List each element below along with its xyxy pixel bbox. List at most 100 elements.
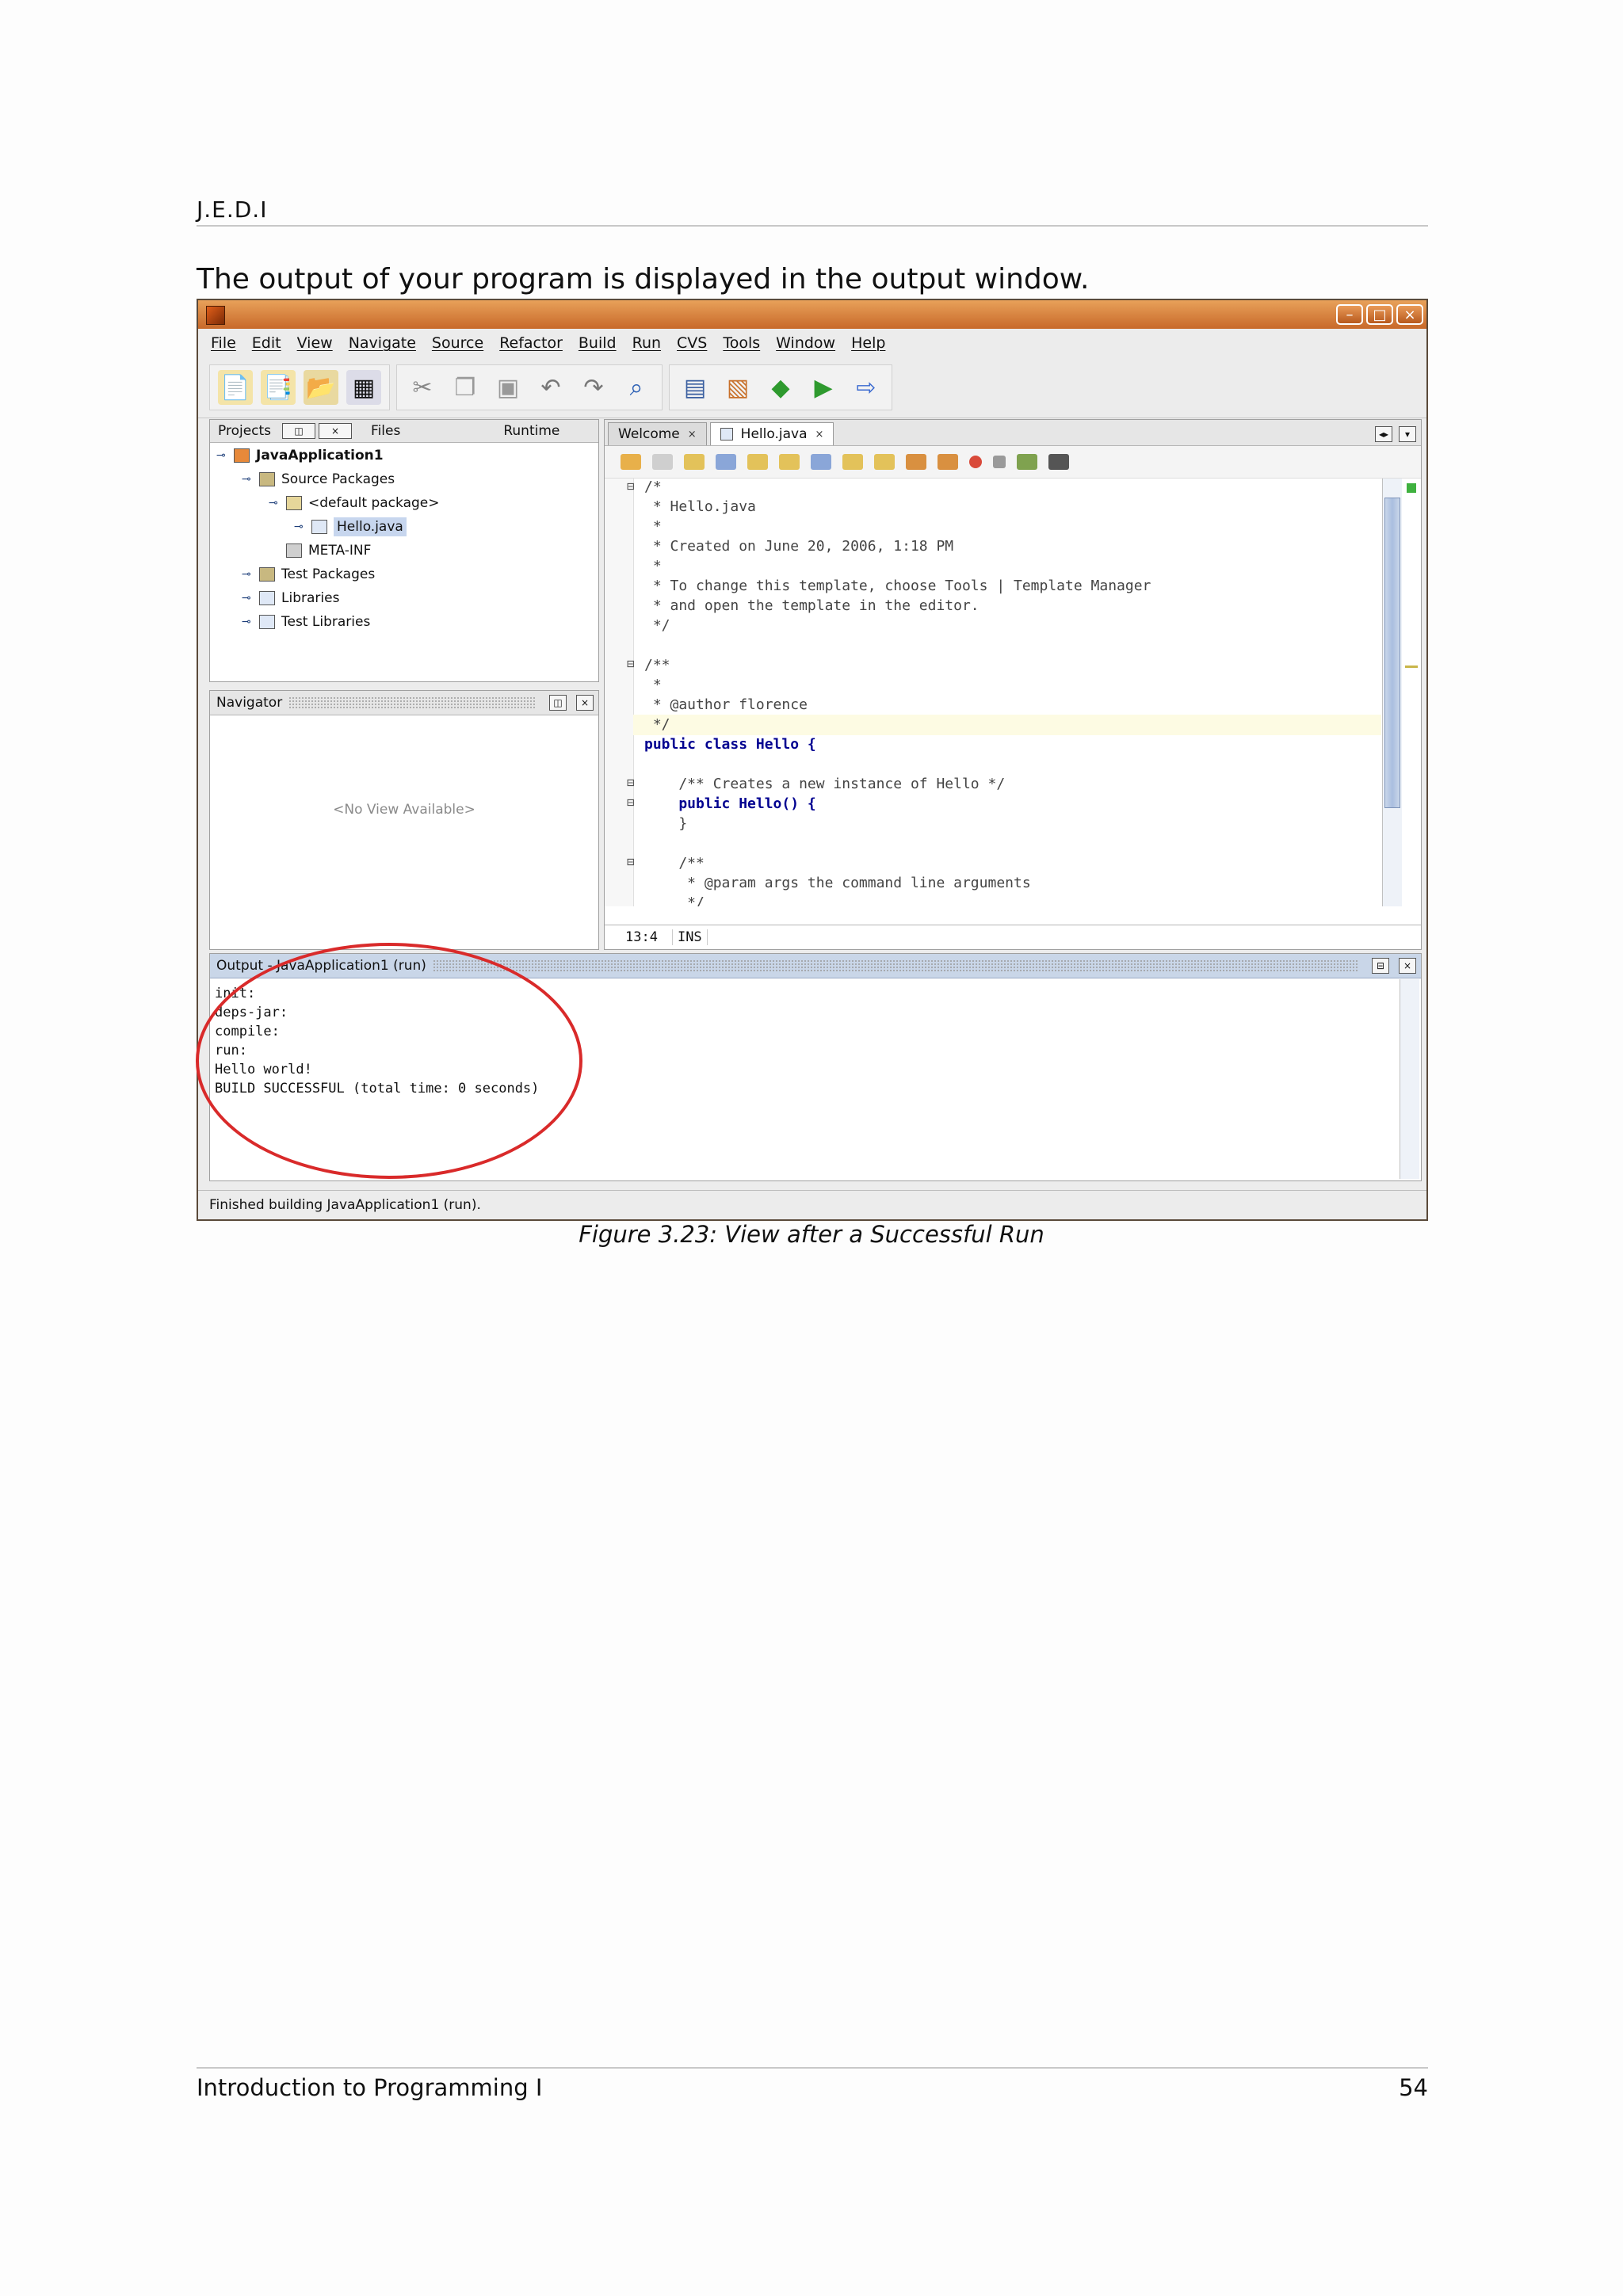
code-line: * Hello.java <box>644 498 756 515</box>
tab-projects[interactable]: Projects <box>210 423 279 439</box>
cut-icon[interactable]: ✂ <box>405 370 440 405</box>
minimize-pane-icon[interactable]: ◫ <box>282 423 316 439</box>
previous-bookmark-icon[interactable] <box>811 454 831 470</box>
open-project-icon[interactable]: 📂 <box>304 370 338 405</box>
scrollbar-thumb[interactable] <box>1384 498 1400 808</box>
fold-icon[interactable]: ⊟ <box>627 795 635 810</box>
close-pane-icon[interactable]: × <box>319 423 353 439</box>
tree-item-meta-inf[interactable]: META-INF <box>286 540 371 562</box>
output-scrollbar[interactable] <box>1400 979 1419 1179</box>
error-stripe-ok-icon <box>1407 483 1416 493</box>
new-file-icon[interactable]: 📄 <box>218 370 253 405</box>
tree-label: Test Packages <box>281 566 376 582</box>
tree-label: Libraries <box>281 590 340 606</box>
tree-item-libraries[interactable]: ⊸ Libraries <box>242 587 339 609</box>
close-icon[interactable]: × <box>688 429 697 441</box>
shift-left-icon[interactable] <box>906 454 926 470</box>
find-next-icon[interactable] <box>747 454 768 470</box>
expand-icon[interactable]: ⊸ <box>242 473 253 486</box>
undo-icon[interactable]: ↶ <box>533 370 568 405</box>
debug-icon[interactable]: ⇨ <box>849 370 884 405</box>
close-button[interactable]: × <box>1396 304 1423 325</box>
expand-icon[interactable]: ⊸ <box>242 592 253 605</box>
tree-item-project[interactable]: ⊸ JavaApplication1 <box>216 444 384 467</box>
editor-scrollbar[interactable] <box>1382 479 1402 906</box>
expand-icon[interactable]: ⊸ <box>269 497 280 509</box>
start-macro-icon[interactable] <box>969 456 982 468</box>
close-icon[interactable]: × <box>815 429 824 441</box>
menu-build[interactable]: Build <box>579 334 617 352</box>
menu-refactor[interactable]: Refactor <box>499 334 563 352</box>
find-selection-icon[interactable] <box>684 454 705 470</box>
toggle-bookmark-icon[interactable] <box>874 454 895 470</box>
back-icon[interactable] <box>621 454 641 470</box>
ide-status-bar: Finished building JavaApplication1 (run)… <box>198 1190 1426 1219</box>
fold-icon[interactable]: ⊟ <box>627 479 635 494</box>
forward-icon[interactable] <box>652 454 673 470</box>
menu-help[interactable]: Help <box>851 334 885 352</box>
menu-source[interactable]: Source <box>432 334 483 352</box>
run-main-project-icon[interactable]: ◆ <box>763 370 798 405</box>
run-icon[interactable]: ▶ <box>806 370 841 405</box>
expand-icon[interactable]: ⊸ <box>242 568 253 581</box>
menu-run[interactable]: Run <box>632 334 661 352</box>
paste-icon[interactable]: ▣ <box>491 370 525 405</box>
toggle-highlight-icon[interactable] <box>779 454 800 470</box>
copy-icon[interactable]: ❐ <box>448 370 483 405</box>
shift-right-icon[interactable] <box>938 454 958 470</box>
redo-icon[interactable]: ↷ <box>576 370 611 405</box>
expand-icon[interactable]: ⊸ <box>216 449 227 462</box>
find-icon[interactable]: ⌕ <box>619 370 654 405</box>
close-pane-icon[interactable]: × <box>576 695 594 711</box>
minimize-button[interactable]: – <box>1336 304 1363 325</box>
tree-item-default-package[interactable]: ⊸ <default package> <box>269 492 439 514</box>
scroll-tabs-left-icon[interactable]: ◂▸ <box>1375 426 1392 442</box>
folder-icon <box>286 543 302 558</box>
clean-build-icon[interactable]: ▧ <box>720 370 755 405</box>
minimize-pane-icon[interactable]: ⊟ <box>1372 958 1389 974</box>
menu-window[interactable]: Window <box>776 334 835 352</box>
build-icon[interactable]: ▤ <box>678 370 712 405</box>
navigator-pane: Navigator ◫ × <No View Available> <box>209 690 599 950</box>
tab-files[interactable]: Files <box>363 423 408 439</box>
menu-cvs[interactable]: CVS <box>677 334 707 352</box>
library-icon <box>259 591 275 605</box>
package-folder-icon <box>259 472 275 486</box>
tree-item-test-libraries[interactable]: ⊸ Test Libraries <box>242 611 370 633</box>
tab-list-icon[interactable]: ▾ <box>1399 426 1416 442</box>
save-all-icon[interactable]: ▦ <box>346 370 381 405</box>
code-line: * To change this template, choose Tools … <box>644 578 1151 594</box>
close-pane-icon[interactable]: × <box>1399 958 1416 974</box>
main-toolbar: 📄 📑 📂 ▦ ✂ ❐ ▣ ↶ ↷ ⌕ ▤ ▧ ◆ ▶ ⇨ <box>198 357 1426 418</box>
find-previous-icon[interactable] <box>716 454 736 470</box>
minimize-pane-icon[interactable]: ◫ <box>549 695 567 711</box>
next-bookmark-icon[interactable] <box>842 454 863 470</box>
window-titlebar[interactable]: – □ × <box>198 300 1426 329</box>
maximize-button[interactable]: □ <box>1366 304 1393 325</box>
tab-welcome[interactable]: Welcome × <box>608 422 707 445</box>
menu-edit[interactable]: Edit <box>252 334 281 352</box>
fold-icon[interactable]: ⊟ <box>627 656 635 671</box>
code-line: * <box>644 558 662 574</box>
expand-icon[interactable]: ⊸ <box>242 616 253 628</box>
expand-icon[interactable]: ⊸ <box>294 521 305 533</box>
code-editor[interactable]: ⊟ ⊟ ⊟ ⊟ ⊟ /* * Hello.java * * Created on… <box>605 479 1381 906</box>
error-stripe-mark[interactable] <box>1405 666 1418 668</box>
menu-navigate[interactable]: Navigate <box>349 334 416 352</box>
stop-macro-icon[interactable] <box>993 456 1006 468</box>
menu-file[interactable]: File <box>211 334 236 352</box>
comment-icon[interactable] <box>1017 454 1037 470</box>
menu-view[interactable]: View <box>297 334 333 352</box>
tab-hello-java[interactable]: Hello.java × <box>709 422 834 445</box>
fold-icon[interactable]: ⊟ <box>627 775 635 790</box>
tree-item-test-packages[interactable]: ⊸ Test Packages <box>242 563 375 585</box>
uncomment-icon[interactable] <box>1048 454 1069 470</box>
tree-item-source-packages[interactable]: ⊸ Source Packages <box>242 468 395 490</box>
tree-item-hello-java[interactable]: ⊸ Hello.java <box>294 516 407 538</box>
tab-runtime[interactable]: Runtime <box>495 423 567 439</box>
package-icon <box>286 496 302 510</box>
code-line: /** <box>644 855 705 871</box>
new-project-icon[interactable]: 📑 <box>261 370 296 405</box>
menu-tools[interactable]: Tools <box>723 334 760 352</box>
fold-icon[interactable]: ⊟ <box>627 854 635 869</box>
